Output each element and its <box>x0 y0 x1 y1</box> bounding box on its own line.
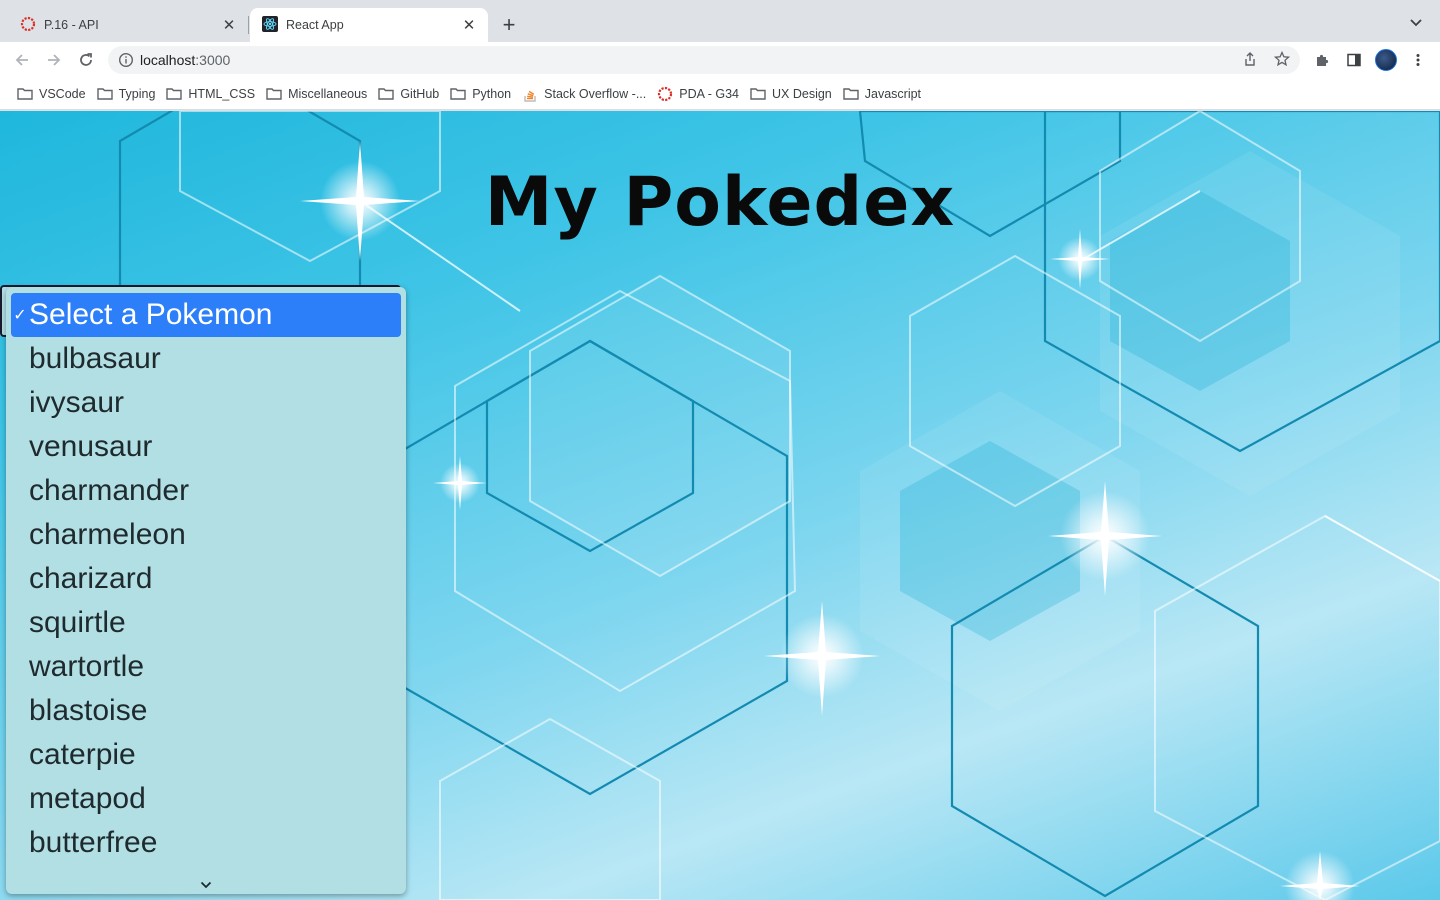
bookmark-python[interactable]: Python <box>445 82 516 106</box>
bookmark-label: Miscellaneous <box>288 86 368 101</box>
bookmark-miscellaneous[interactable]: Miscellaneous <box>261 82 372 106</box>
page-title: My Pokedex <box>484 163 956 242</box>
scroll-down-chevron-icon[interactable] <box>6 876 406 892</box>
tab-p16-api[interactable]: P.16 - API ✕ <box>8 8 248 42</box>
option-butterfree[interactable]: butterfree <box>6 821 406 865</box>
bookmark-label: Python <box>472 86 512 101</box>
tab-title: React App <box>286 18 344 32</box>
bookmark-vscode[interactable]: VSCode <box>12 82 91 106</box>
bookmarks-bar: VSCode Typing HTML_CSS Miscellaneous Git… <box>0 78 1440 110</box>
option-wartortle[interactable]: wartortle <box>6 645 406 689</box>
profile-avatar[interactable] <box>1375 49 1397 71</box>
folder-icon <box>843 87 859 101</box>
new-tab-button[interactable]: + <box>496 12 522 38</box>
option-charizard[interactable]: charizard <box>6 557 406 601</box>
pokemon-dropdown-list[interactable]: ✓ Select a Pokemon bulbasaur ivysaur ven… <box>6 287 406 894</box>
close-tab-icon[interactable]: ✕ <box>220 16 238 34</box>
bookmark-label: Javascript <box>864 86 922 101</box>
bookmark-javascript[interactable]: Javascript <box>838 82 926 106</box>
tab-react-app[interactable]: React App ✕ <box>250 8 488 42</box>
folder-icon <box>450 87 466 101</box>
folder-icon <box>378 87 395 101</box>
bookmark-label: Stack Overflow -... <box>544 86 647 101</box>
option-blastoise[interactable]: blastoise <box>6 689 406 733</box>
folder-icon <box>750 87 766 101</box>
option-venusaur[interactable]: venusaur <box>6 425 406 469</box>
chevron-down-icon[interactable] <box>1406 13 1426 33</box>
bookmark-html-css[interactable]: HTML_CSS <box>161 82 260 106</box>
option-charmeleon[interactable]: charmeleon <box>6 513 406 557</box>
bookmark-label: VSCode <box>39 86 86 101</box>
reload-icon[interactable] <box>73 47 99 73</box>
back-arrow-icon[interactable] <box>9 47 35 73</box>
checkmark-icon: ✓ <box>13 307 27 324</box>
option-metapod[interactable]: metapod <box>6 777 406 821</box>
react-logo-icon <box>262 15 278 35</box>
red-dotted-ring-icon <box>657 86 673 101</box>
bookmark-label: GitHub <box>400 86 440 101</box>
option-label: Select a Pokemon <box>29 298 273 331</box>
address-bar[interactable]: localhost:3000 <box>108 46 1300 74</box>
option-squirtle[interactable]: squirtle <box>6 601 406 645</box>
bookmark-label: Typing <box>118 86 156 101</box>
bookmark-pda-g34[interactable]: PDA - G34 <box>652 82 744 106</box>
close-tab-icon[interactable]: ✕ <box>460 16 478 34</box>
bookmark-label: PDA - G34 <box>679 86 739 101</box>
folder-icon <box>96 87 113 101</box>
option-select-a-pokemon[interactable]: ✓ Select a Pokemon <box>11 293 401 337</box>
bookmark-star-icon[interactable] <box>1270 47 1294 71</box>
url-port: :3000 <box>195 52 231 68</box>
bookmark-typing[interactable]: Typing <box>92 82 161 106</box>
url-text: localhost:3000 <box>140 52 230 68</box>
option-charmander[interactable]: charmander <box>6 469 406 513</box>
extensions-puzzle-icon[interactable] <box>1309 47 1335 73</box>
tab-title: P.16 - API <box>44 18 99 32</box>
option-bulbasaur[interactable]: bulbasaur <box>6 337 406 381</box>
browser-toolbar: localhost:3000 <box>0 42 1440 78</box>
bookmark-github[interactable]: GitHub <box>373 82 444 106</box>
bookmark-label: UX Design <box>772 86 832 101</box>
folder-icon <box>166 87 183 101</box>
option-ivysaur[interactable]: ivysaur <box>6 381 406 425</box>
red-dotted-ring-icon <box>20 16 36 35</box>
page-viewport: My Pokedex ✓ Select a Pokemon bulbasaur … <box>0 111 1440 900</box>
info-icon[interactable] <box>112 52 140 68</box>
tab-divider <box>248 16 249 34</box>
forward-arrow-icon[interactable] <box>41 47 67 73</box>
stackoverflow-icon <box>522 87 538 102</box>
side-panel-icon[interactable] <box>1341 47 1367 73</box>
more-menu-icon[interactable] <box>1405 47 1431 73</box>
bookmark-label: HTML_CSS <box>188 86 256 101</box>
folder-icon <box>17 87 33 101</box>
tab-strip: P.16 - API ✕ React App ✕ + <box>0 0 1440 42</box>
share-icon[interactable] <box>1238 47 1262 71</box>
url-host: localhost <box>140 52 196 68</box>
folder-icon <box>266 87 282 101</box>
bookmark-stack-overflow[interactable]: Stack Overflow -... <box>517 82 651 106</box>
option-caterpie[interactable]: caterpie <box>6 733 406 777</box>
bookmark-ux-design[interactable]: UX Design <box>745 82 837 106</box>
